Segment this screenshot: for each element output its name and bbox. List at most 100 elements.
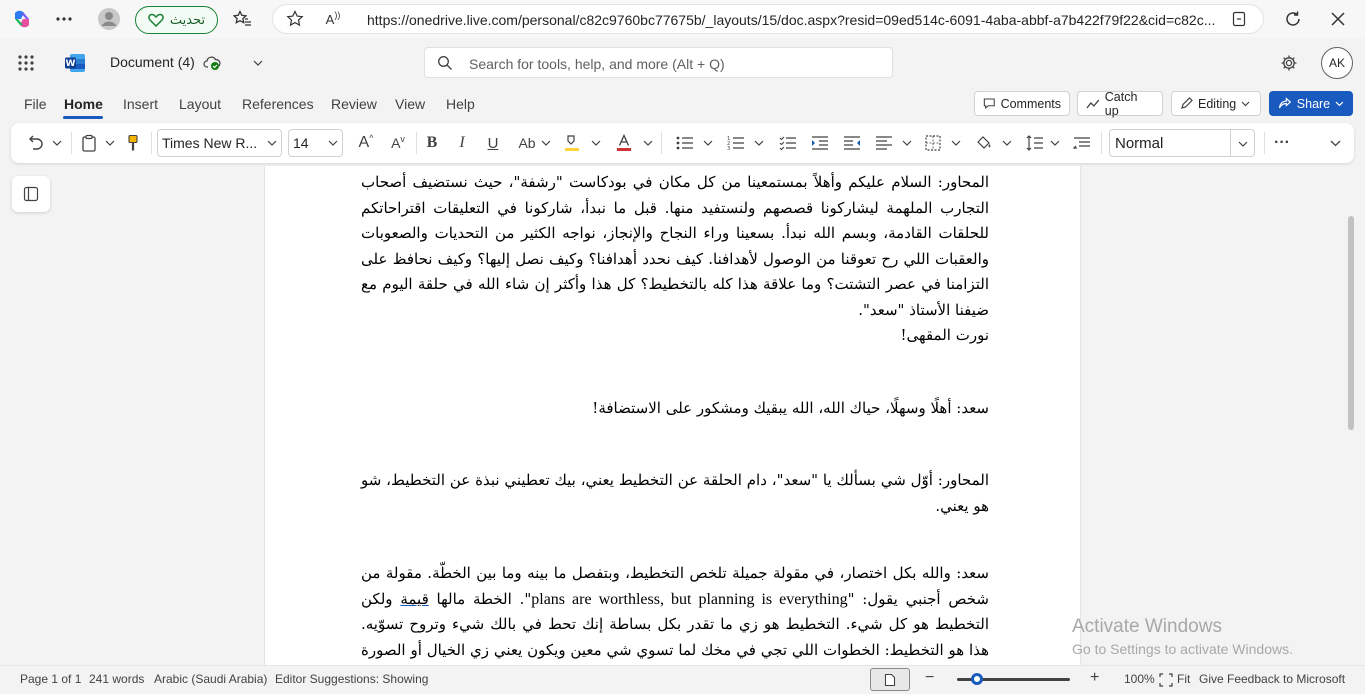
paragraph-saad-answer[interactable]: سعد: والله بكل اختصار، في مقولة جميلة تل… (361, 561, 989, 665)
watermark-title: Activate Windows (1072, 616, 1222, 637)
word-count[interactable]: 241 words (89, 672, 144, 686)
line-spacing-icon[interactable] (1024, 131, 1046, 155)
catch-up-label: Catch up (1104, 89, 1138, 118)
strikethrough-effects-icon[interactable]: Ab (516, 131, 538, 155)
document-page[interactable]: المحاور: السلام عليكم وأهلاً بمستمعينا م… (264, 166, 1081, 665)
tab-layout[interactable]: Layout (179, 96, 221, 112)
read-aloud-icon[interactable]: A)) (321, 7, 345, 31)
share-button[interactable]: Share (1269, 91, 1353, 116)
bullets-chevron-icon[interactable] (702, 131, 714, 155)
font-color-icon[interactable] (613, 131, 635, 155)
shrink-font-icon[interactable]: Av (386, 131, 410, 155)
shading-chevron-icon[interactable] (1001, 131, 1013, 155)
comments-button[interactable]: Comments (974, 91, 1070, 116)
shading-icon[interactable] (973, 131, 995, 155)
more-icon[interactable] (52, 7, 76, 31)
navigation-pane-button[interactable] (12, 176, 50, 212)
font-size-select[interactable]: 14 (288, 129, 343, 157)
answer-mid-text: ". الخطة مالها (428, 589, 532, 608)
paragraph-direction-icon[interactable] (1071, 131, 1093, 155)
numbering-chevron-icon[interactable] (753, 131, 765, 155)
profile-icon[interactable] (97, 7, 121, 31)
increase-indent-icon[interactable] (809, 131, 831, 155)
tab-references[interactable]: References (242, 96, 314, 112)
zoom-slider-thumb[interactable] (971, 673, 984, 685)
divider (71, 132, 72, 154)
paragraph-interviewer-question[interactable]: المحاور: أوّل شي بسألك يا "سعد"، دام الح… (361, 468, 989, 519)
divider (416, 132, 417, 154)
more-options-icon[interactable]: ··· (1270, 131, 1294, 155)
paragraph-welcome[interactable]: نورت المقهى! (361, 323, 990, 349)
font-name-select[interactable]: Times New R... (157, 129, 282, 157)
document-body[interactable]: المحاور: السلام عليكم وأهلاً بمستمعينا م… (361, 170, 989, 665)
bold-icon[interactable]: B (421, 131, 443, 155)
effects-chevron-icon[interactable] (540, 131, 552, 155)
undo-icon[interactable] (25, 131, 45, 155)
tab-file[interactable]: File (24, 96, 47, 112)
paragraph-saad-greeting[interactable]: سعد: أهلًا وسهلًا، حياك الله، الله يبقيك… (361, 396, 989, 422)
refresh-icon[interactable] (1281, 7, 1305, 31)
tab-review[interactable]: Review (331, 96, 377, 112)
grow-font-icon[interactable]: A ^ (354, 131, 378, 155)
format-painter-icon[interactable] (123, 131, 143, 155)
italic-icon[interactable]: I (451, 131, 473, 155)
language-indicator[interactable]: Arabic (Saudi Arabia) (154, 672, 267, 686)
numbering-icon[interactable]: 123 (725, 131, 747, 155)
search-input[interactable]: Search for tools, help, and more (Alt + … (424, 47, 893, 78)
editing-mode-button[interactable]: Editing (1171, 91, 1261, 116)
catch-up-button[interactable]: Catch up (1077, 89, 1163, 118)
line-spacing-chevron-icon[interactable] (1049, 131, 1061, 155)
tab-view[interactable]: View (395, 96, 425, 112)
zoom-in-button[interactable]: + (1090, 669, 1099, 687)
tab-insert[interactable]: Insert (123, 96, 158, 112)
feedback-link[interactable]: Give Feedback to Microsoft (1199, 672, 1345, 686)
checklist-icon[interactable] (777, 131, 799, 155)
align-icon[interactable] (873, 131, 895, 155)
flagged-word[interactable]: قيمة (400, 590, 428, 608)
url-text: https://onedrive.live.com/personal/c82c9… (367, 12, 1216, 28)
print-layout-button[interactable] (870, 668, 910, 691)
copilot-icon[interactable] (10, 7, 34, 31)
bullets-icon[interactable] (674, 131, 696, 155)
app-launcher-icon[interactable] (14, 51, 38, 75)
chevron-down-icon[interactable] (246, 51, 270, 75)
zoom-out-button[interactable]: − (925, 669, 934, 687)
align-chevron-icon[interactable] (901, 131, 913, 155)
close-icon[interactable] (1326, 7, 1350, 31)
favorites-icon[interactable] (230, 7, 254, 31)
highlight-chevron-icon[interactable] (590, 131, 602, 155)
word-logo-icon[interactable]: W (63, 51, 87, 75)
borders-chevron-icon[interactable] (950, 131, 962, 155)
underline-icon[interactable]: U (482, 131, 504, 155)
app-available-icon[interactable] (1227, 7, 1251, 31)
tab-help[interactable]: Help (446, 96, 475, 112)
paragraph-intro[interactable]: المحاور: السلام عليكم وأهلاً بمستمعينا م… (361, 170, 989, 323)
decrease-indent-icon[interactable] (841, 131, 863, 155)
highlight-icon[interactable] (561, 131, 583, 155)
user-avatar[interactable]: AK (1321, 47, 1353, 79)
fit-button[interactable]: Fit (1177, 672, 1190, 686)
paste-icon[interactable] (79, 131, 99, 155)
styles-select[interactable]: Normal (1109, 129, 1255, 157)
update-button[interactable]: تحديث (135, 6, 218, 34)
undo-chevron-icon[interactable] (51, 131, 63, 155)
fit-icon[interactable] (1159, 673, 1173, 687)
add-favorite-icon[interactable] (283, 7, 307, 31)
document-scrollbar[interactable] (1348, 216, 1354, 430)
borders-icon[interactable] (922, 131, 944, 155)
divider (151, 132, 152, 154)
zoom-level[interactable]: 100% (1124, 672, 1155, 686)
font-color-chevron-icon[interactable] (642, 131, 654, 155)
address-bar[interactable]: A)) https://onedrive.live.com/personal/c… (272, 4, 1264, 34)
font-name-value: Times New R... (162, 135, 258, 151)
chevron-down-icon (1335, 101, 1344, 106)
saved-to-cloud-icon[interactable] (200, 51, 224, 75)
paste-chevron-icon[interactable] (104, 131, 116, 155)
settings-gear-icon[interactable] (1277, 51, 1301, 75)
collapse-ribbon-icon[interactable] (1328, 131, 1342, 155)
editor-suggestions[interactable]: Editor Suggestions: Showing (275, 672, 428, 686)
english-quote: plans are worthless, but planning is eve… (531, 590, 848, 608)
tab-home[interactable]: Home (64, 96, 103, 112)
document-title[interactable]: Document (4) (110, 54, 195, 70)
